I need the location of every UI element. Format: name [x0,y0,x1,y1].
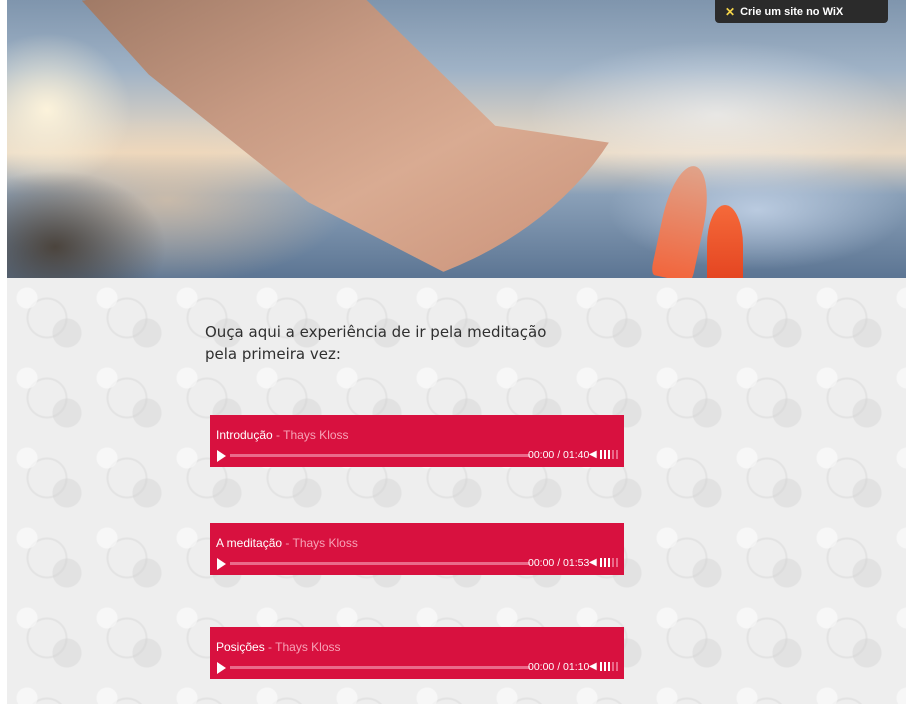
progress-bar[interactable] [230,454,530,457]
intro-text: Ouça aqui a experiência de ir pela medit… [205,323,547,363]
track-title-line: A meditação - Thays Kloss [216,536,358,550]
play-icon[interactable] [217,450,226,462]
audio-player: Introdução - Thays Kloss 00:00 / 01:40 ◀ [210,415,624,467]
track-title-line: Introdução - Thays Kloss [216,428,349,442]
volume-slider[interactable] [600,662,620,671]
wix-banner-label: Crie um site no WiX [740,5,844,18]
track-title: Posições [216,640,265,654]
volume-icon[interactable]: ◀ [589,557,597,568]
time-display: 00:00 / 01:53 [528,557,590,569]
wix-banner[interactable]: ✕ Crie um site no WiX [715,0,888,23]
track-title: A meditação [216,536,283,550]
track-title: Introdução [216,428,273,442]
wix-icon: ✕ [725,4,736,19]
track-separator: - [272,428,284,442]
track-separator: - [282,536,293,550]
play-icon[interactable] [217,558,226,570]
time-display: 00:00 / 01:40 [528,449,590,461]
volume-slider[interactable] [600,450,620,459]
audio-player: Posições - Thays Kloss 00:00 / 01:10 ◀ [210,627,624,679]
volume-icon[interactable]: ◀ [589,661,597,672]
hero-image [7,0,906,278]
track-artist: Thays Kloss [275,640,341,654]
volume-icon[interactable]: ◀ [589,449,597,460]
audio-player: A meditação - Thays Kloss 00:00 / 01:53 … [210,523,624,575]
progress-bar[interactable] [230,666,530,669]
volume-slider[interactable] [600,558,620,567]
track-artist: Thays Kloss [292,536,358,550]
time-display: 00:00 / 01:10 [528,661,590,673]
track-artist: Thays Kloss [283,428,349,442]
play-icon[interactable] [217,662,226,674]
progress-bar[interactable] [230,562,530,565]
track-title-line: Posições - Thays Kloss [216,640,341,654]
track-separator: - [264,640,276,654]
